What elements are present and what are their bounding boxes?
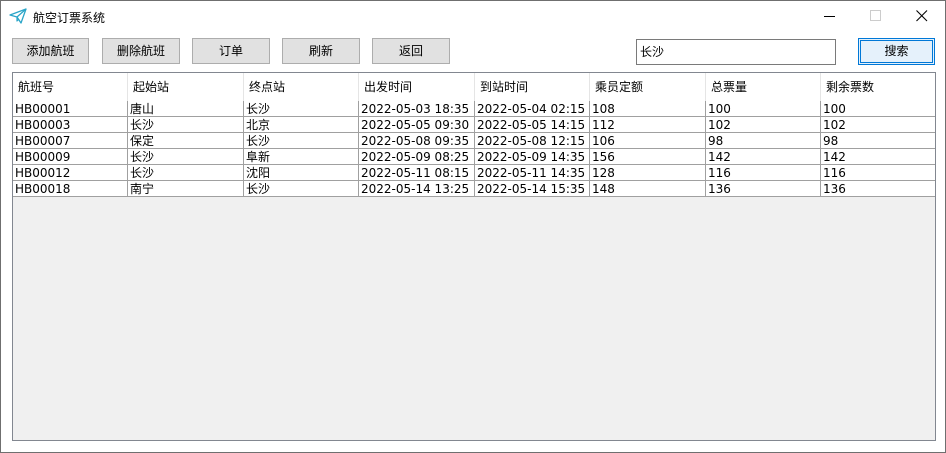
cell-total-tickets[interactable]: 136 xyxy=(706,181,821,197)
cell-remaining-tickets[interactable]: 136 xyxy=(821,181,935,197)
table-row[interactable]: HB00003 长沙 北京 2022-05-05 09:30 2022-05-0… xyxy=(13,117,935,133)
cell-origin[interactable]: 长沙 xyxy=(128,165,244,181)
cell-capacity[interactable]: 148 xyxy=(590,181,706,197)
cell-capacity[interactable]: 128 xyxy=(590,165,706,181)
column-header-arrival[interactable]: 到站时间 xyxy=(475,73,590,101)
cell-remaining-tickets[interactable]: 116 xyxy=(821,165,935,181)
cell-arrival[interactable]: 2022-05-05 14:15 xyxy=(475,117,590,133)
cell-total-tickets[interactable]: 142 xyxy=(706,149,821,165)
cell-arrival[interactable]: 2022-05-11 14:35 xyxy=(475,165,590,181)
table-header: 航班号 起始站 终点站 出发时间 到站时间 乘员定额 总票量 剩余票数 xyxy=(13,73,935,102)
cell-origin[interactable]: 长沙 xyxy=(128,149,244,165)
cell-destination[interactable]: 长沙 xyxy=(244,181,359,197)
cell-arrival[interactable]: 2022-05-14 15:35 xyxy=(475,181,590,197)
cell-capacity[interactable]: 108 xyxy=(590,101,706,117)
cell-arrival[interactable]: 2022-05-04 02:15 xyxy=(475,101,590,117)
window-title: 航空订票系统 xyxy=(33,11,106,25)
cell-total-tickets[interactable]: 116 xyxy=(706,165,821,181)
cell-flight-no[interactable]: HB00009 xyxy=(13,149,128,165)
cell-flight-no[interactable]: HB00001 xyxy=(13,101,128,117)
cell-capacity[interactable]: 112 xyxy=(590,117,706,133)
close-button[interactable] xyxy=(899,1,945,31)
table-row[interactable]: HB00007 保定 长沙 2022-05-08 09:35 2022-05-0… xyxy=(13,133,935,149)
search-input[interactable]: 长沙 xyxy=(636,39,836,65)
cell-destination[interactable]: 阜新 xyxy=(244,149,359,165)
cell-departure[interactable]: 2022-05-09 08:25 xyxy=(359,149,475,165)
cell-flight-no[interactable]: HB00007 xyxy=(13,133,128,149)
column-header-remaining-tickets[interactable]: 剩余票数 xyxy=(821,73,935,101)
paper-plane-icon xyxy=(9,8,27,24)
table-row[interactable]: HB00012 长沙 沈阳 2022-05-11 08:15 2022-05-1… xyxy=(13,165,935,181)
cell-arrival[interactable]: 2022-05-09 14:35 xyxy=(475,149,590,165)
close-icon xyxy=(916,10,928,22)
column-header-departure[interactable]: 出发时间 xyxy=(359,73,475,101)
search-button[interactable]: 搜索 xyxy=(858,38,935,65)
cell-departure[interactable]: 2022-05-03 18:35 xyxy=(359,101,475,117)
cell-capacity[interactable]: 106 xyxy=(590,133,706,149)
minimize-button[interactable] xyxy=(807,1,853,31)
cell-departure[interactable]: 2022-05-05 09:30 xyxy=(359,117,475,133)
cell-origin[interactable]: 唐山 xyxy=(128,101,244,117)
cell-total-tickets[interactable]: 98 xyxy=(706,133,821,149)
column-header-total-tickets[interactable]: 总票量 xyxy=(706,73,821,101)
back-button[interactable]: 返回 xyxy=(372,38,450,64)
flight-table[interactable]: 航班号 起始站 终点站 出发时间 到站时间 乘员定额 总票量 剩余票数 HB00… xyxy=(12,72,936,441)
cell-destination[interactable]: 北京 xyxy=(244,117,359,133)
column-header-origin[interactable]: 起始站 xyxy=(128,73,244,101)
cell-flight-no[interactable]: HB00012 xyxy=(13,165,128,181)
cell-capacity[interactable]: 156 xyxy=(590,149,706,165)
column-header-destination[interactable]: 终点站 xyxy=(244,73,359,101)
refresh-button[interactable]: 刷新 xyxy=(282,38,360,64)
cell-destination[interactable]: 长沙 xyxy=(244,133,359,149)
cell-departure[interactable]: 2022-05-14 13:25 xyxy=(359,181,475,197)
cell-destination[interactable]: 沈阳 xyxy=(244,165,359,181)
cell-arrival[interactable]: 2022-05-08 12:15 xyxy=(475,133,590,149)
cell-origin[interactable]: 保定 xyxy=(128,133,244,149)
delete-flight-button[interactable]: 删除航班 xyxy=(102,38,180,64)
title-bar: 航空订票系统 xyxy=(1,1,945,31)
minimize-icon xyxy=(824,16,835,17)
cell-destination[interactable]: 长沙 xyxy=(244,101,359,117)
table-row[interactable]: HB00009 长沙 阜新 2022-05-09 08:25 2022-05-0… xyxy=(13,149,935,165)
cell-departure[interactable]: 2022-05-11 08:15 xyxy=(359,165,475,181)
cell-remaining-tickets[interactable]: 142 xyxy=(821,149,935,165)
table-body: HB00001 唐山 长沙 2022-05-03 18:35 2022-05-0… xyxy=(13,101,935,197)
cell-flight-no[interactable]: HB00018 xyxy=(13,181,128,197)
cell-origin[interactable]: 长沙 xyxy=(128,117,244,133)
app-window: 航空订票系统 添加航班 删除航班 订单 刷新 返回 长沙 搜索 航班号 起始站 … xyxy=(0,0,946,453)
maximize-icon xyxy=(870,10,881,21)
add-flight-button[interactable]: 添加航班 xyxy=(12,38,89,64)
maximize-button[interactable] xyxy=(853,1,899,31)
table-row[interactable]: HB00001 唐山 长沙 2022-05-03 18:35 2022-05-0… xyxy=(13,101,935,117)
cell-total-tickets[interactable]: 100 xyxy=(706,101,821,117)
column-header-flight-no[interactable]: 航班号 xyxy=(13,73,128,101)
cell-remaining-tickets[interactable]: 100 xyxy=(821,101,935,117)
cell-origin[interactable]: 南宁 xyxy=(128,181,244,197)
cell-flight-no[interactable]: HB00003 xyxy=(13,117,128,133)
cell-departure[interactable]: 2022-05-08 09:35 xyxy=(359,133,475,149)
table-row[interactable]: HB00018 南宁 长沙 2022-05-14 13:25 2022-05-1… xyxy=(13,181,935,197)
cell-remaining-tickets[interactable]: 98 xyxy=(821,133,935,149)
column-header-capacity[interactable]: 乘员定额 xyxy=(590,73,706,101)
order-button[interactable]: 订单 xyxy=(192,38,270,64)
cell-remaining-tickets[interactable]: 102 xyxy=(821,117,935,133)
cell-total-tickets[interactable]: 102 xyxy=(706,117,821,133)
